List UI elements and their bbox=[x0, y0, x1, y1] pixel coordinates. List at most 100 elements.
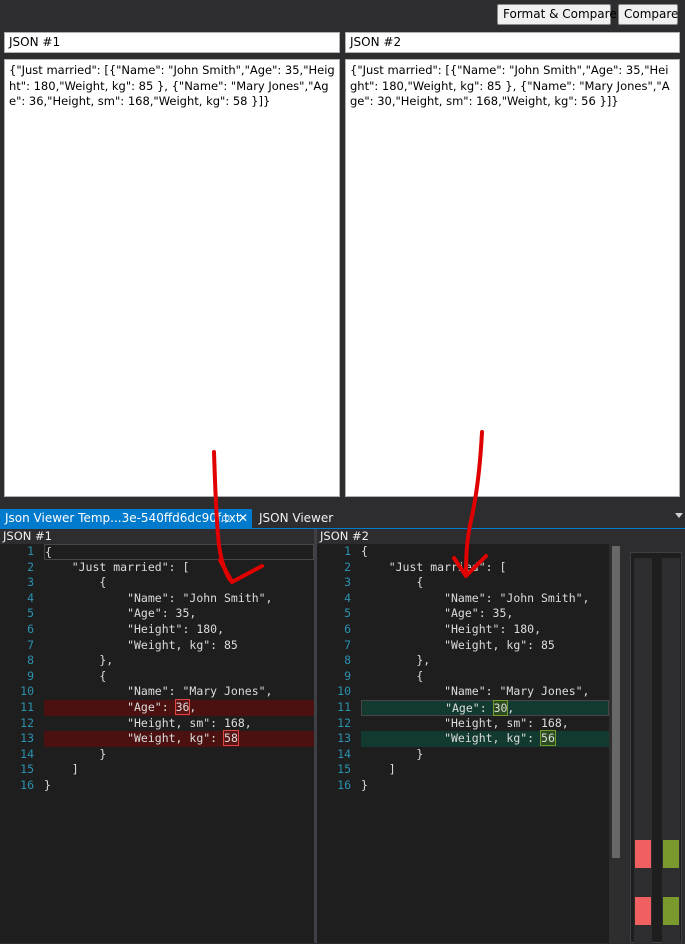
line-number: 10 bbox=[337, 684, 351, 699]
line-number: 3 bbox=[344, 575, 351, 590]
line-number: 10 bbox=[20, 684, 34, 699]
left-diff-editor[interactable]: 1 {2 "Just married": [ 3 {4 "Name": "John … bbox=[0, 544, 314, 943]
code-line[interactable]: "Weight, kg": 85 bbox=[361, 638, 609, 654]
code-text: , bbox=[189, 700, 197, 714]
code-text: "Age": bbox=[362, 701, 494, 715]
line-number: 8 bbox=[27, 653, 34, 668]
changed-value: 58 bbox=[223, 730, 239, 747]
code-line[interactable]: { bbox=[361, 544, 609, 560]
line-number: 2 bbox=[344, 559, 351, 574]
code-line[interactable]: } bbox=[361, 778, 609, 794]
code-line[interactable]: } bbox=[44, 778, 314, 794]
code-line[interactable]: { bbox=[44, 575, 314, 591]
line-number: 9 bbox=[27, 668, 34, 683]
code-line[interactable]: "Just married": [ bbox=[44, 560, 314, 576]
code-line[interactable]: "Height": 180, bbox=[361, 622, 609, 638]
line-number: 13 bbox=[337, 731, 351, 746]
diff-marker[interactable] bbox=[663, 840, 679, 868]
vertical-scrollbar[interactable] bbox=[609, 544, 623, 943]
close-icon[interactable]: ✕ bbox=[238, 509, 248, 528]
code-line[interactable]: { bbox=[44, 669, 314, 685]
code-text: "Age": bbox=[44, 700, 176, 714]
code-text: , bbox=[507, 701, 515, 715]
diff-marker[interactable] bbox=[635, 897, 651, 925]
code-line[interactable]: "Name": "John Smith", bbox=[361, 591, 609, 607]
pin-icon[interactable]: ф bbox=[221, 509, 230, 528]
code-line[interactable]: "Age": 35, bbox=[44, 606, 314, 622]
code-line[interactable]: "Weight, kg": 58 bbox=[44, 730, 314, 747]
line-number: 2 bbox=[27, 559, 34, 574]
line-number: 7 bbox=[27, 637, 34, 652]
line-number: 9 bbox=[344, 668, 351, 683]
line-number: 5 bbox=[27, 606, 34, 621]
tab-label: Json Viewer Temp...3e-540ffd6dc90f.txt bbox=[5, 511, 241, 525]
code-line[interactable]: ] bbox=[44, 762, 314, 778]
code-line[interactable]: "Age": 35, bbox=[361, 606, 609, 622]
code-line[interactable]: { bbox=[361, 669, 609, 685]
line-number: 5 bbox=[344, 606, 351, 621]
line-number: 12 bbox=[337, 715, 351, 730]
line-number: 6 bbox=[27, 622, 34, 636]
line-number: 6 bbox=[344, 622, 351, 636]
chevron-down-icon[interactable] bbox=[675, 513, 683, 518]
code-text: "Weight, kg": bbox=[361, 731, 542, 746]
scrollbar-thumb[interactable] bbox=[612, 546, 620, 858]
diff-marker[interactable] bbox=[635, 840, 651, 868]
code-line[interactable]: "Height, sm": 168, bbox=[361, 716, 609, 732]
line-number: 14 bbox=[20, 746, 34, 761]
line-number: 4 bbox=[27, 590, 34, 605]
json1-input[interactable]: {"Just married": [{"Name": "John Smith",… bbox=[4, 59, 340, 497]
right-diff-editor[interactable]: 1 {2 "Just married": [ 3 {4 "Name": "John … bbox=[317, 544, 609, 943]
code-line[interactable]: }, bbox=[361, 653, 609, 669]
code-text: "Weight, kg": bbox=[44, 731, 225, 746]
code-line[interactable]: "Weight, kg": 85 bbox=[44, 638, 314, 654]
code-line[interactable]: } bbox=[44, 747, 314, 763]
code-line[interactable]: "Height, sm": 168, bbox=[44, 716, 314, 732]
json1-label-field[interactable]: JSON #1 bbox=[4, 32, 340, 53]
changed-value: 30 bbox=[492, 700, 509, 716]
document-tab-bar: Json Viewer Temp...3e-540ffd6dc90f.txt ф… bbox=[0, 509, 685, 529]
json2-input[interactable]: {"Just married": [{"Name": "John Smith",… bbox=[345, 59, 680, 497]
code-line[interactable]: ] bbox=[361, 762, 609, 778]
line-number: 11 bbox=[337, 700, 351, 714]
code-line[interactable]: "Age": 36, bbox=[44, 699, 314, 716]
diff-overview-map[interactable] bbox=[630, 552, 682, 944]
tab-json-viewer[interactable]: JSON Viewer bbox=[254, 509, 364, 528]
line-number: 12 bbox=[20, 715, 34, 730]
line-number: 16 bbox=[20, 778, 34, 792]
format-compare-button[interactable]: Format & Compare bbox=[497, 4, 617, 25]
code-line[interactable]: "Name": "Mary Jones", bbox=[361, 684, 609, 700]
code-line[interactable]: "Just married": [ bbox=[361, 560, 609, 576]
code-line[interactable]: "Height": 180, bbox=[44, 622, 314, 638]
line-number: 8 bbox=[344, 653, 351, 668]
line-number: 1 bbox=[27, 544, 34, 558]
code-line[interactable]: { bbox=[44, 544, 314, 560]
line-number: 13 bbox=[20, 731, 34, 746]
line-number: 15 bbox=[20, 762, 34, 777]
line-number: 16 bbox=[337, 778, 351, 792]
line-number: 11 bbox=[20, 700, 34, 714]
right-pane-title: JSON #2 bbox=[320, 529, 369, 543]
diff-marker[interactable] bbox=[663, 897, 679, 925]
code-line[interactable]: "Age": 30, bbox=[361, 700, 609, 716]
changed-value: 36 bbox=[174, 699, 191, 715]
code-line[interactable]: "Weight, kg": 56 bbox=[361, 730, 609, 747]
overview-column-left bbox=[634, 558, 652, 944]
code-line[interactable]: "Name": "Mary Jones", bbox=[44, 684, 314, 700]
json2-label-field[interactable]: JSON #2 bbox=[345, 32, 680, 53]
overview-column-right bbox=[662, 558, 680, 944]
input-area: Format & Compare Compare JSON #1 JSON #2… bbox=[0, 0, 685, 503]
changed-value: 56 bbox=[540, 730, 556, 747]
code-line[interactable]: "Name": "John Smith", bbox=[44, 591, 314, 607]
line-number: 7 bbox=[344, 637, 351, 652]
code-line[interactable]: } bbox=[361, 747, 609, 763]
line-number: 4 bbox=[344, 590, 351, 605]
compare-button[interactable]: Compare bbox=[618, 4, 678, 25]
code-line[interactable]: }, bbox=[44, 653, 314, 669]
code-line[interactable]: { bbox=[361, 575, 609, 591]
left-pane-title: JSON #1 bbox=[3, 529, 52, 543]
tab-json-viewer-temp-file[interactable]: Json Viewer Temp...3e-540ffd6dc90f.txt ф… bbox=[0, 509, 252, 528]
line-number: 3 bbox=[27, 575, 34, 590]
line-number: 15 bbox=[337, 762, 351, 777]
line-number: 1 bbox=[344, 544, 351, 558]
